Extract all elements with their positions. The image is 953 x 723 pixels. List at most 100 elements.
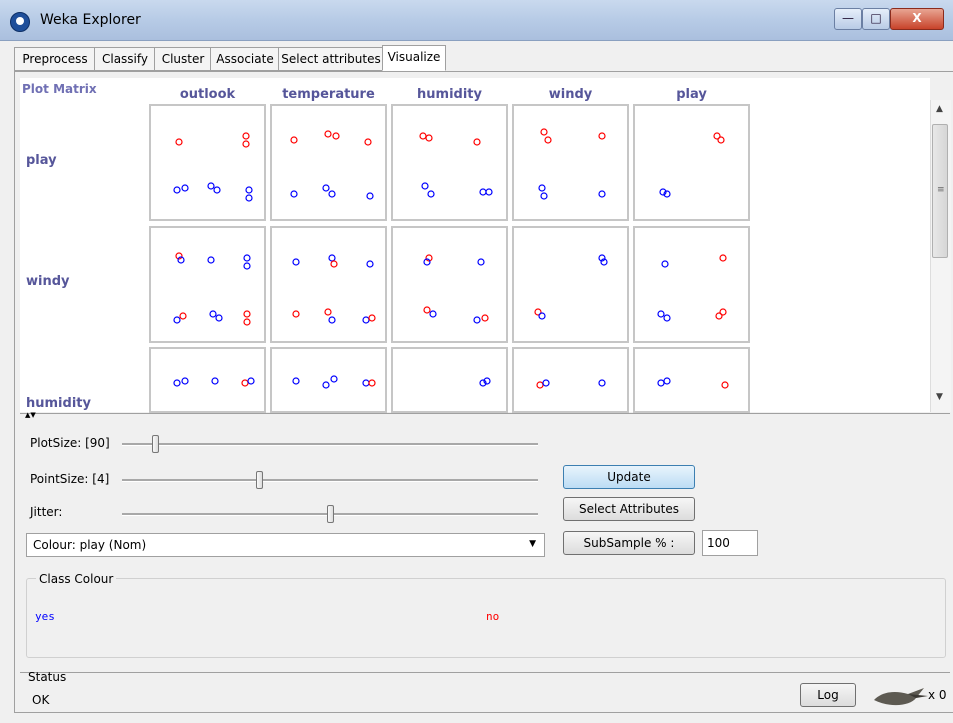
plot-point [322,381,330,389]
subsample-input[interactable]: 100 [702,530,758,556]
plot-point [536,381,544,389]
plot-point [247,377,255,385]
plot-point [173,186,181,194]
scatter-cell-windy-play[interactable] [633,226,750,343]
plot-point [211,377,219,385]
plot-point [290,136,298,144]
plot-point [719,254,727,262]
row-header-play: play [26,153,57,168]
scatter-cell-humidity-humidity[interactable] [391,347,508,413]
scatter-cell-windy-windy[interactable] [512,226,629,343]
grip-icon: ≡ [937,185,945,195]
plot-point [719,308,727,316]
plot-point [215,314,223,322]
status-title: Status [28,670,67,684]
tab-classify[interactable]: Classify [94,47,156,71]
tab-select-attributes[interactable]: Select attributes [278,47,384,71]
scatter-cell-windy-humidity[interactable] [391,226,508,343]
weka-bird-icon [872,686,930,711]
weka-logo-icon [10,12,30,32]
class-yes-label[interactable]: yes [35,610,55,623]
scatter-cell-humidity-play[interactable] [633,347,750,413]
task-count: x 0 [928,688,947,702]
plot-point [427,190,435,198]
plot-point [663,314,671,322]
tab-visualize[interactable]: Visualize [382,45,446,71]
plotsize-slider[interactable] [122,443,538,446]
jitter-slider-thumb[interactable] [327,505,334,523]
pointsize-slider-thumb[interactable] [256,471,264,489]
plot-point [209,310,217,318]
plotsize-slider-thumb[interactable] [152,435,160,453]
splitter-arrows-icon[interactable]: ▲▼ [25,412,36,419]
subsample-button[interactable]: SubSample % : [563,531,695,555]
scatter-cell-play-play[interactable] [633,104,750,221]
plot-point [421,182,429,190]
plot-point [364,138,372,146]
title-bar [0,0,953,41]
plot-point [207,256,215,264]
log-button[interactable]: Log [800,683,856,707]
plot-point [540,128,548,136]
scroll-up-icon[interactable]: ▲ [936,104,943,114]
minimize-button[interactable]: — [834,8,862,30]
plot-point [328,190,336,198]
scatter-cell-humidity-outlook[interactable] [149,347,266,413]
plot-point [328,316,336,324]
plot-point [368,314,376,322]
plot-point [721,381,729,389]
pointsize-label: PointSize: [4] [30,472,110,486]
select-attributes-button[interactable]: Select Attributes [563,497,695,521]
plot-point [542,379,550,387]
plot-point [479,188,487,196]
splitter[interactable]: ▲▼ [20,412,950,422]
plot-point [544,136,552,144]
plot-point [324,130,332,138]
plot-point [332,132,340,140]
plot-point [598,379,606,387]
colour-select[interactable]: Colour: play (Nom) ▼ [26,533,545,557]
tab-associate[interactable]: Associate [210,47,280,71]
plot-scrollbar-thumb[interactable]: ≡ [932,124,948,258]
plot-point [243,262,251,270]
plot-point [362,379,370,387]
scatter-cell-play-windy[interactable] [512,104,629,221]
plot-point [328,254,336,262]
row-header-windy: windy [26,274,70,289]
column-header-humidity: humidity [417,87,482,102]
scatter-cell-play-outlook[interactable] [149,104,266,221]
plot-point [330,375,338,383]
tab-preprocess[interactable]: Preprocess [14,47,96,71]
plot-point [173,379,181,387]
plot-point [538,312,546,320]
jitter-label: Jitter: [30,505,63,519]
tab-cluster[interactable]: Cluster [154,47,212,71]
pointsize-slider[interactable] [122,479,538,482]
plot-point [213,186,221,194]
plot-point [290,190,298,198]
plot-point [324,308,332,316]
scatter-cell-play-temperature[interactable] [270,104,387,221]
chevron-down-icon[interactable]: ▼ [529,539,536,549]
scatter-cell-humidity-windy[interactable] [512,347,629,413]
colour-select-value: Colour: play (Nom) [33,538,147,552]
class-no-label[interactable]: no [486,610,499,623]
maximize-button[interactable]: □ [862,8,890,30]
plot-point [473,138,481,146]
window-title: Weka Explorer [40,12,141,28]
plot-point [368,379,376,387]
scatter-cell-windy-temperature[interactable] [270,226,387,343]
scroll-down-icon[interactable]: ▼ [936,392,943,402]
plot-point [366,260,374,268]
scatter-cell-windy-outlook[interactable] [149,226,266,343]
column-header-outlook: outlook [179,87,236,102]
scatter-cell-humidity-temperature[interactable] [270,347,387,413]
plot-point [429,310,437,318]
plot-point [173,316,181,324]
update-button[interactable]: Update [563,465,695,489]
plot-point [243,254,251,262]
plot-point [423,306,431,314]
plot-point [292,258,300,266]
scatter-cell-play-humidity[interactable] [391,104,508,221]
close-button[interactable]: X [890,8,944,30]
